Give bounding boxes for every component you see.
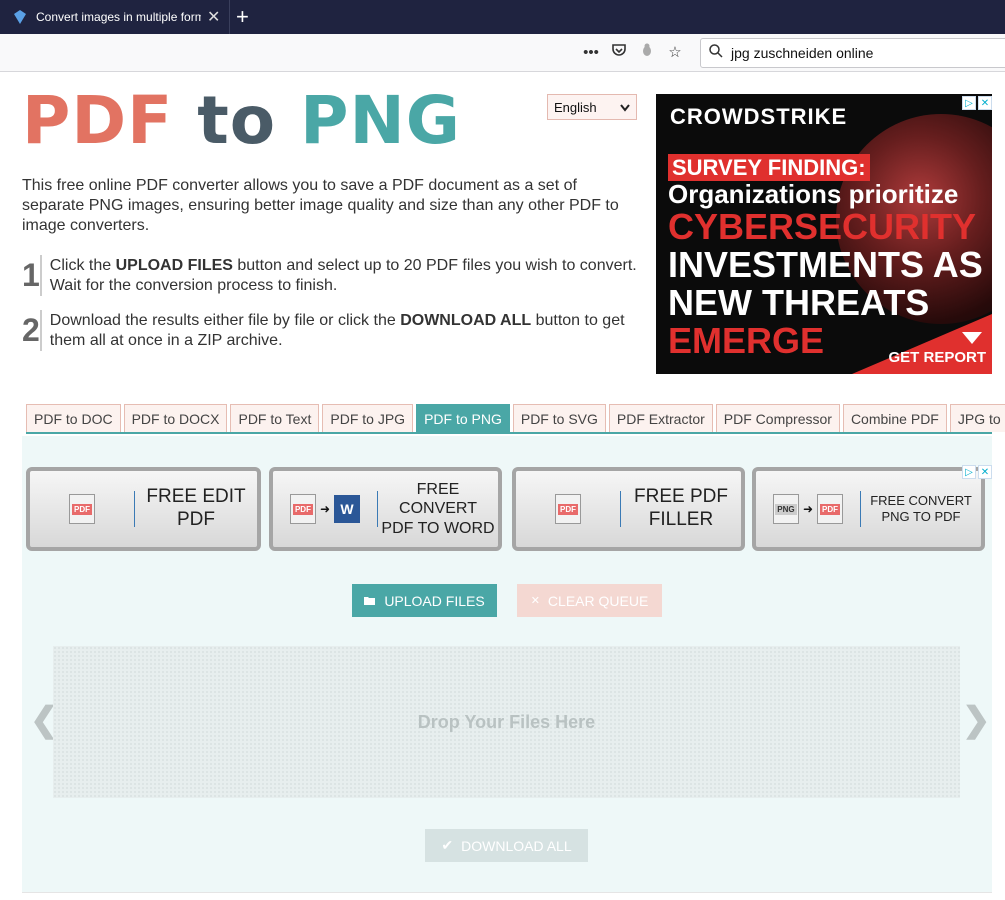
new-tab-icon[interactable]: +: [236, 4, 249, 30]
logo-to: to: [197, 82, 277, 159]
language-value: English: [554, 99, 597, 115]
clear-queue-label: CLEAR QUEUE: [547, 592, 649, 609]
tab-pdf-extractor[interactable]: PDF Extractor: [608, 404, 713, 432]
ad-free-pdf-filler[interactable]: PDF FREE PDF FILLER: [512, 467, 745, 551]
tab-pdf-compressor[interactable]: PDF Compressor: [715, 404, 840, 432]
search-bar[interactable]: jpg zuschneiden online: [700, 38, 1005, 68]
ad-brand: CROWDSTRIKE: [670, 104, 848, 129]
tab-jpg-to-pdf[interactable]: JPG to PDF: [949, 404, 1005, 432]
close-tab-icon[interactable]: ✕: [207, 7, 220, 27]
browser-tab-title: Convert images in multiple form: [36, 10, 201, 24]
intro-text: This free online PDF converter allows yo…: [22, 177, 619, 234]
ad-line-1: SURVEY FINDING:: [668, 154, 870, 182]
step-number: 2: [22, 310, 42, 351]
adchoices-icon[interactable]: ▷: [962, 96, 976, 110]
bug-icon[interactable]: [638, 42, 656, 62]
browser-tab[interactable]: Convert images in multiple form ✕: [0, 0, 230, 34]
step-text: Click the UPLOAD FILES button and select…: [49, 257, 637, 294]
bookmark-star-icon[interactable]: ☆: [666, 43, 684, 61]
step-2: 2 Download the results either file by fi…: [22, 310, 642, 351]
browser-tab-bar: Convert images in multiple form ✕ +: [0, 0, 1005, 34]
bottom-ad-strip: [22, 892, 992, 900]
step-1: 1 Click the UPLOAD FILES button and sele…: [22, 255, 642, 296]
pdf-file-icon: PDF: [289, 494, 316, 524]
tab-pdf-to-jpg[interactable]: PDF to JPG: [322, 404, 414, 432]
folder-open-icon: [364, 593, 376, 609]
arrow-right-icon: ➜: [802, 502, 814, 516]
adchoices-icon[interactable]: ▷: [962, 465, 976, 479]
chevron-down-icon: [620, 100, 630, 115]
ad-line-4: INVESTMENTS AS: [668, 244, 983, 286]
ad-line-2: Organizations prioritize: [668, 179, 959, 210]
tab-pdf-to-svg[interactable]: PDF to SVG: [512, 404, 606, 432]
language-select[interactable]: English: [547, 94, 637, 120]
close-ad-icon[interactable]: ✕: [978, 465, 992, 479]
crowdstrike-ad[interactable]: CROWDSTRIKE SURVEY FINDING: Organization…: [656, 94, 992, 374]
tab-pdf-to-docx[interactable]: PDF to DOCX: [123, 404, 228, 432]
ad-line-3: CYBERSECURITY: [668, 206, 977, 248]
site-favicon-icon: [14, 10, 26, 24]
page-actions-icon[interactable]: •••: [582, 44, 600, 61]
upload-files-button[interactable]: UPLOAD FILES: [352, 584, 497, 617]
checkmark-icon: ✔: [441, 837, 454, 853]
logo-pdf: PDF: [22, 82, 174, 159]
drop-zone-label: Drop Your Files Here: [417, 711, 596, 732]
word-file-icon: W: [334, 495, 361, 523]
pdf-file-icon: PDF: [555, 494, 581, 524]
chevron-right-icon[interactable]: ❯: [962, 700, 991, 740]
arrow-right-icon: ➜: [319, 502, 331, 516]
tab-pdf-to-text[interactable]: PDF to Text: [230, 404, 320, 432]
pocket-icon[interactable]: [610, 42, 628, 62]
tab-pdf-to-doc[interactable]: PDF to DOC: [26, 404, 121, 432]
download-all-button[interactable]: ✔ DOWNLOAD ALL: [425, 829, 588, 862]
download-all-label: DOWNLOAD ALL: [461, 837, 572, 854]
pdf-file-icon: PDF: [817, 494, 844, 524]
ad-cta[interactable]: GET REPORT: [888, 349, 986, 366]
close-ad-icon[interactable]: ✕: [978, 96, 992, 110]
search-icon: [709, 44, 723, 62]
ad-free-convert-pdf-to-word[interactable]: PDF ➜ W FREE CONVERT PDF TO WORD: [269, 467, 502, 551]
step-number: 1: [22, 255, 42, 296]
browser-navbar: ••• ☆ jpg zuschneiden online: [0, 34, 1005, 72]
logo-png: PNG: [300, 82, 461, 159]
chevron-down-icon: [962, 332, 982, 344]
site-logo[interactable]: PDF to PNG: [22, 88, 461, 154]
ad-free-convert-png-to-pdf[interactable]: PNG ➜ PDF FREE CONVERT PNG TO PDF: [752, 467, 985, 551]
clear-queue-button[interactable]: ✕ CLEAR QUEUE: [517, 584, 662, 617]
png-file-icon: PNG: [772, 494, 799, 524]
ad-buttons-row: PDF FREE EDIT PDF PDF ➜ W FREE CONVERT PDF…: [26, 467, 992, 553]
step-text: Download the results either file by file…: [49, 312, 625, 349]
tab-pdf-to-png[interactable]: PDF to PNG: [416, 404, 510, 432]
upload-files-label: UPLOAD FILES: [384, 592, 485, 609]
pdf-file-icon: PDF: [69, 494, 95, 524]
tool-tabs: PDF to DOC PDF to DOCX PDF to Text PDF t…: [26, 404, 1005, 434]
search-input[interactable]: jpg zuschneiden online: [731, 45, 873, 61]
adchoices-badge[interactable]: ▷ ✕: [958, 96, 992, 110]
ad-free-edit-pdf[interactable]: PDF FREE EDIT PDF: [26, 467, 261, 551]
file-drop-zone[interactable]: Drop Your Files Here: [53, 646, 960, 798]
adchoices-badge[interactable]: ▷ ✕: [958, 465, 992, 479]
tab-combine-pdf[interactable]: Combine PDF: [842, 404, 947, 432]
close-icon: ✕: [530, 595, 540, 607]
